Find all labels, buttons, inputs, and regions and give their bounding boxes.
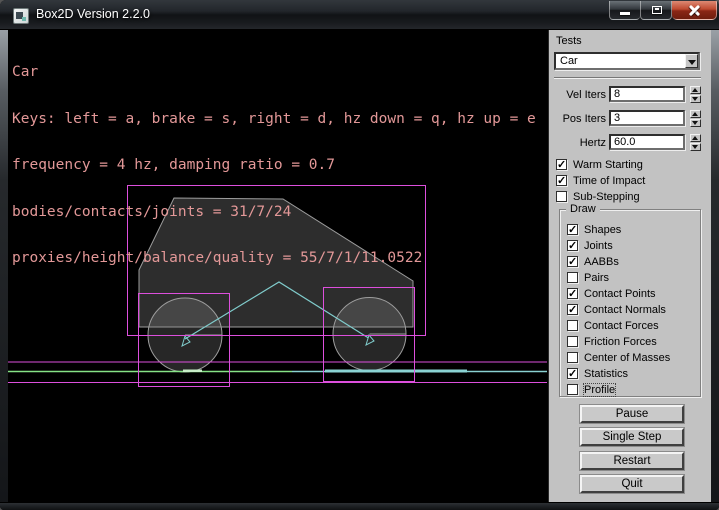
checkbox-label: Shapes — [584, 224, 621, 236]
quit-button[interactable]: Quit — [580, 475, 684, 493]
checkbox-icon[interactable] — [567, 288, 578, 299]
checkbox-icon[interactable] — [567, 336, 578, 347]
checkbox-icon[interactable] — [567, 384, 578, 395]
hud-line-keys: Keys: left = a, brake = s, right = d, hz… — [12, 112, 536, 128]
hertz-label: Hertz — [549, 137, 606, 149]
window-title: Box2D Version 2.2.0 — [36, 0, 150, 30]
checkbox-label: Contact Normals — [584, 304, 666, 316]
hud-line-frequency: frequency = 4 hz, damping ratio = 0.7 — [12, 158, 536, 174]
caption-buttons — [609, 1, 717, 20]
chevron-down-icon — [688, 60, 696, 65]
checkbox-icon[interactable] — [556, 175, 567, 186]
tests-dropdown-value: Car — [560, 55, 578, 67]
separator — [554, 77, 701, 79]
spinner-up-button[interactable] — [690, 110, 701, 118]
spinner-down-icon — [692, 121, 698, 125]
spinner-down-button[interactable] — [690, 143, 701, 151]
checkbox-label: Friction Forces — [584, 336, 657, 348]
pos-iters-spinner — [690, 110, 701, 127]
hertz-spinner — [690, 134, 701, 151]
vel-iters-label: Vel Iters — [549, 89, 606, 101]
minimize-icon — [620, 12, 630, 15]
app-icon-accent — [22, 17, 26, 21]
debug-text: Car Keys: left = a, brake = s, right = d… — [12, 34, 536, 298]
spinner-up-button[interactable] — [690, 86, 701, 94]
checkbox-icon[interactable] — [567, 352, 578, 363]
draw-group-label: Draw — [566, 204, 600, 215]
pos-iters-input[interactable] — [609, 110, 685, 126]
spinner-down-icon — [692, 145, 698, 149]
spinner-up-icon — [692, 112, 698, 116]
close-button[interactable] — [672, 1, 717, 20]
spinner-down-button[interactable] — [690, 95, 701, 103]
app-window: Box2D Version 2.2.0 — [0, 0, 719, 510]
checkbox-icon[interactable] — [567, 240, 578, 251]
hud-line-proxies: proxies/height/balance/quality = 55/7/1/… — [12, 251, 536, 267]
checkbox-icon[interactable] — [567, 368, 578, 379]
checkbox-label: Sub-Stepping — [573, 191, 640, 203]
checkbox-label: Time of Impact — [573, 175, 645, 187]
tests-dropdown[interactable]: Car — [554, 52, 700, 70]
checkbox-label: Center of Masses — [584, 352, 670, 364]
checkbox-label: Warm Starting — [573, 159, 643, 171]
minimize-button[interactable] — [609, 1, 640, 20]
checkbox-label: Statistics — [584, 368, 628, 380]
window-resize-right[interactable] — [711, 30, 719, 502]
contact-point — [183, 370, 202, 373]
checkbox-icon[interactable] — [567, 272, 578, 283]
checkbox-label: Joints — [584, 240, 613, 252]
spinner-down-icon — [692, 97, 698, 101]
tests-label: Tests — [556, 35, 582, 47]
vel-iters-input[interactable] — [609, 86, 685, 102]
spinner-up-button[interactable] — [690, 134, 701, 142]
single-step-button[interactable]: Single Step — [580, 428, 684, 446]
checkbox-icon[interactable] — [556, 159, 567, 170]
vel-iters-spinner — [690, 86, 701, 103]
simulation-viewport[interactable]: Car Keys: left = a, brake = s, right = d… — [8, 30, 548, 502]
hertz-input[interactable] — [609, 134, 685, 150]
window-resize-left[interactable] — [0, 30, 8, 502]
maximize-icon — [652, 6, 662, 14]
checkbox-label: AABBs — [584, 256, 619, 268]
pos-iters-label: Pos Iters — [549, 113, 606, 125]
control-panel: Tests Car Vel Iters Pos Iters Hertz — [548, 30, 711, 502]
checkbox-icon[interactable] — [567, 224, 578, 235]
hud-line-bodies: bodies/contacts/joints = 31/7/24 — [12, 205, 536, 221]
spinner-up-icon — [692, 88, 698, 92]
checkbox-label: Contact Points — [584, 288, 656, 300]
checkbox-icon[interactable] — [567, 256, 578, 267]
pause-button[interactable]: Pause — [580, 405, 684, 423]
checkbox-label: Pairs — [584, 272, 609, 284]
window-resize-bottom[interactable] — [0, 502, 719, 510]
draw-group: Draw Shapes Joints AABBs Pairs Contact P… — [559, 209, 701, 397]
titlebar[interactable]: Box2D Version 2.2.0 — [0, 0, 719, 30]
spinner-down-button[interactable] — [690, 119, 701, 127]
hud-line-title: Car — [12, 65, 536, 81]
checkbox-icon[interactable] — [567, 304, 578, 315]
restart-button[interactable]: Restart — [580, 452, 684, 470]
checkbox-icon[interactable] — [556, 191, 567, 202]
checkbox-label: Contact Forces — [584, 320, 659, 332]
spinner-up-icon — [692, 136, 698, 140]
maximize-button[interactable] — [640, 1, 672, 20]
checkbox-label: Profile — [584, 384, 615, 396]
app-icon[interactable] — [13, 8, 29, 24]
tests-dropdown-button[interactable] — [685, 54, 698, 68]
checkbox-icon[interactable] — [567, 320, 578, 331]
